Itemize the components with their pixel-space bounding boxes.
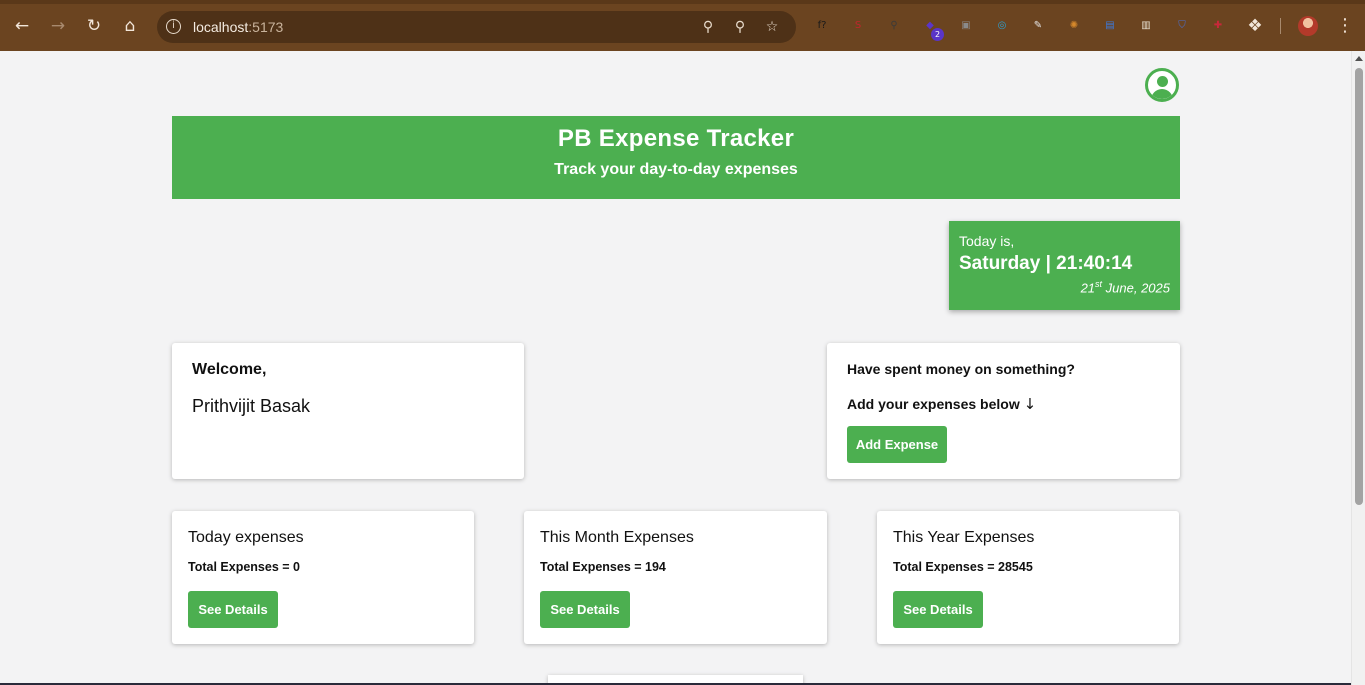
month-see-details-button[interactable]: See Details xyxy=(540,591,630,628)
date-time-card: Today is, Saturday | 21:40:14 21st June,… xyxy=(949,221,1180,310)
add-expense-button[interactable]: Add Expense xyxy=(847,426,947,463)
app-header: PB Expense Tracker Track your day-to-day… xyxy=(172,116,1180,199)
extensions-puzzle-icon[interactable]: ❖ xyxy=(1244,15,1266,37)
url-port: :5173 xyxy=(248,19,284,35)
full-date: 21st June, 2025 xyxy=(959,279,1170,295)
color-ring-extension-icon[interactable]: ◎ xyxy=(993,17,1011,35)
add-expense-prompt-text: Add your expenses below xyxy=(847,396,1020,412)
year-see-details-button[interactable]: See Details xyxy=(893,591,983,628)
url-host: localhost xyxy=(193,19,249,35)
date-ordinal: st xyxy=(1095,279,1103,289)
seo-extension-icon[interactable]: S xyxy=(849,17,867,35)
browser-menu-icon[interactable]: ⋮ xyxy=(1336,15,1354,37)
date-month-year: June, 2025 xyxy=(1102,280,1170,296)
gem-extension-icon[interactable]: ◆ 2 xyxy=(921,17,944,41)
url-text[interactable]: localhost:5173 xyxy=(193,19,283,35)
forward-arrow-icon[interactable]: → xyxy=(47,15,69,37)
year-expenses-total: Total Expenses = 28545 xyxy=(893,560,1033,574)
page-viewport: PB Expense Tracker Track your day-to-day… xyxy=(0,51,1351,685)
tab-strip-edge xyxy=(0,0,1365,4)
avatar-body xyxy=(1151,89,1173,99)
password-key-icon[interactable]: ⚲ xyxy=(698,17,718,37)
extension-badge: 2 xyxy=(931,28,944,41)
home-icon[interactable]: ⌂ xyxy=(119,15,141,37)
reload-icon[interactable]: ↻ xyxy=(83,15,105,37)
docs-extension-icon[interactable]: ▤ xyxy=(1101,17,1119,35)
shield-extension-icon[interactable]: ⛉ xyxy=(1173,17,1191,35)
search-ext-extension-icon[interactable]: ⚲ xyxy=(885,17,903,35)
scrollbar-thumb[interactable] xyxy=(1355,68,1363,505)
color-wheel-extension-icon[interactable]: ✺ xyxy=(1065,17,1083,35)
camera-extension-icon[interactable]: ▣ xyxy=(957,17,975,35)
month-expenses-title: This Month Expenses xyxy=(540,529,694,546)
welcome-title: Welcome, xyxy=(192,361,267,378)
scroll-up-arrow-icon[interactable] xyxy=(1355,56,1363,61)
avatar-head xyxy=(1157,76,1168,87)
bookmark-star-icon[interactable]: ☆ xyxy=(762,17,782,37)
date-day: 21 xyxy=(1080,280,1096,296)
down-arrow-icon: ↓ xyxy=(1023,395,1037,413)
zoom-icon[interactable]: ⚲ xyxy=(730,17,750,37)
year-expenses-title: This Year Expenses xyxy=(893,529,1035,546)
date-label: Today is, xyxy=(959,233,1015,249)
browser-toolbar: ← → ↻ ⌂ i localhost:5173 ⚲ ⚲ ☆ f? S ⚲ ◆ 2 ▣ ◎ ✎… xyxy=(0,0,1365,51)
month-expenses-total: Total Expenses = 194 xyxy=(540,560,666,574)
today-expenses-total: Total Expenses = 0 xyxy=(188,560,300,574)
add-expense-question: Have spent money on something? xyxy=(847,361,1075,377)
day-time: Saturday | 21:40:14 xyxy=(959,253,1133,274)
toolbar-separator xyxy=(1280,18,1281,34)
add-expense-card: Have spent money on something? Add your … xyxy=(827,343,1180,479)
notes-extension-icon[interactable]: ▥ xyxy=(1137,17,1155,35)
puzzle-red-extension-icon[interactable]: ✚ xyxy=(1209,17,1227,35)
font-finder-extension-icon[interactable]: f? xyxy=(813,17,831,35)
today-see-details-button[interactable]: See Details xyxy=(188,591,278,628)
user-name: Prithvijit Basak xyxy=(192,396,311,416)
eyedropper-extension-icon[interactable]: ✎ xyxy=(1029,17,1047,35)
welcome-card: Welcome, Prithvijit Basak xyxy=(172,343,524,479)
app-subtitle: Track your day-to-day expenses xyxy=(554,161,798,178)
year-expenses-card: This Year Expenses Total Expenses = 2854… xyxy=(877,511,1179,644)
month-expenses-card: This Month Expenses Total Expenses = 194… xyxy=(524,511,827,644)
today-expenses-title: Today expenses xyxy=(188,529,304,546)
add-expense-prompt: Add your expenses below ↓ xyxy=(847,395,1160,413)
today-expenses-card: Today expenses Total Expenses = 0 See De… xyxy=(172,511,474,644)
profile-avatar[interactable] xyxy=(1298,16,1318,36)
app-title: PB Expense Tracker xyxy=(557,125,795,152)
site-info-icon[interactable]: i xyxy=(166,19,181,34)
back-arrow-icon[interactable]: ← xyxy=(11,15,33,37)
page-scrollbar[interactable] xyxy=(1351,51,1365,685)
user-account-icon[interactable] xyxy=(1145,68,1179,102)
address-bar[interactable]: i localhost:5173 ⚲ ⚲ ☆ xyxy=(157,11,796,43)
